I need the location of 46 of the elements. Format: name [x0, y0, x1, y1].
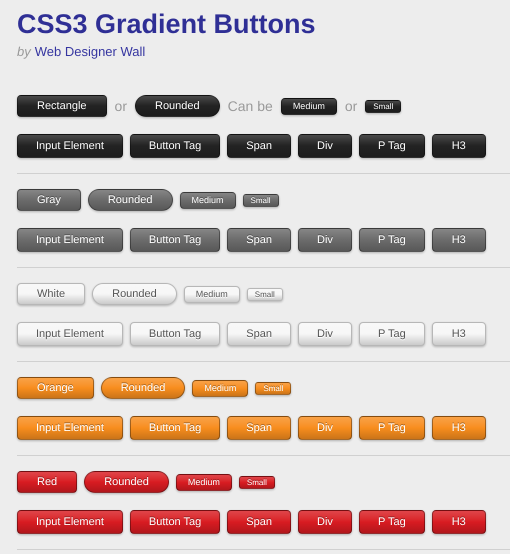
gradient-button[interactable]: Button Tag — [130, 510, 220, 534]
byline-prefix: by — [17, 44, 31, 59]
connector-text: or — [344, 98, 358, 114]
gradient-button[interactable]: Medium — [184, 286, 240, 302]
gradient-button[interactable]: Medium — [180, 192, 236, 208]
gradient-button[interactable]: Rounded — [88, 189, 172, 211]
gradient-button[interactable]: Medium — [280, 98, 337, 114]
gradient-button[interactable]: Div — [298, 322, 352, 346]
gradient-button[interactable]: P Tag — [358, 322, 425, 346]
gradient-button[interactable]: Rounded — [135, 95, 220, 117]
gradient-button[interactable]: Div — [298, 228, 352, 252]
gradient-button[interactable]: Rounded — [84, 471, 169, 493]
gradient-button[interactable]: Small — [238, 476, 275, 488]
gradient-button[interactable]: H3 — [432, 134, 486, 158]
gradient-button[interactable]: H3 — [432, 510, 486, 534]
gradient-button[interactable]: Button Tag — [130, 322, 220, 346]
gradient-button[interactable]: White — [17, 283, 86, 305]
gradient-button[interactable]: Input Element — [17, 322, 123, 346]
gradient-button[interactable]: Span — [227, 510, 291, 534]
gradient-button[interactable]: P Tag — [358, 134, 425, 158]
gradient-button[interactable]: Input Element — [17, 228, 123, 252]
gradient-button[interactable]: Div — [298, 134, 352, 158]
gradient-button[interactable]: P Tag — [358, 510, 425, 534]
gradient-button[interactable]: Rectangle — [17, 95, 107, 117]
connector-text: Can be — [228, 98, 273, 114]
gradient-button[interactable]: Small — [246, 288, 283, 300]
gradient-button[interactable]: Button Tag — [130, 134, 220, 158]
gradient-button[interactable]: Gray — [17, 189, 81, 211]
gradient-button[interactable]: Small — [242, 194, 279, 206]
gradient-button[interactable]: Span — [227, 228, 291, 252]
gradient-button[interactable]: Input Element — [17, 510, 123, 534]
gradient-button[interactable]: Button Tag — [130, 228, 220, 252]
gradient-button[interactable]: Red — [17, 471, 78, 493]
gradient-button[interactable]: Span — [227, 134, 291, 158]
gradient-button[interactable]: Input Element — [17, 134, 123, 158]
connector-text: or — [114, 98, 127, 114]
gradient-button[interactable]: Medium — [176, 474, 232, 490]
gradient-button[interactable]: Div — [298, 510, 352, 534]
page-title: CSS3 Gradient Buttons — [17, 8, 317, 40]
gradient-button[interactable]: Small — [365, 100, 402, 112]
gradient-button[interactable]: H3 — [432, 228, 486, 252]
gradient-button[interactable]: Rounded — [92, 283, 177, 305]
gradient-button[interactable]: P Tag — [358, 228, 425, 252]
gradient-button[interactable]: H3 — [432, 322, 486, 346]
gradient-button[interactable]: Span — [227, 322, 291, 346]
author-link[interactable]: Web Designer Wall — [34, 44, 146, 59]
